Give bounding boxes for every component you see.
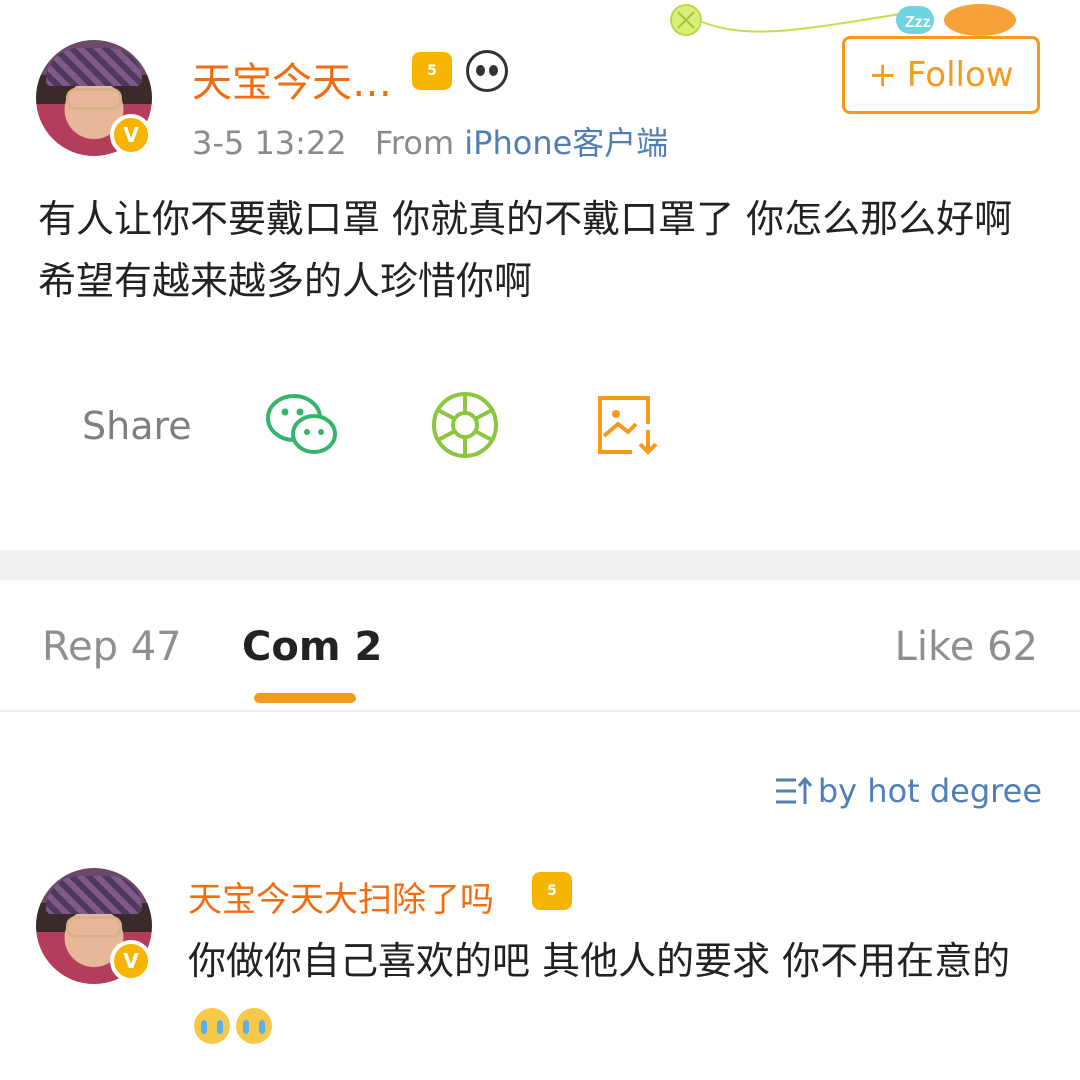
sleeping-cat-decoration: Zzz: [670, 4, 1016, 36]
share-label: Share: [82, 404, 192, 448]
verified-badge-icon: V: [110, 114, 152, 156]
tab-likes[interactable]: Like 62: [895, 624, 1038, 670]
post-timestamp: 3-5 13:22: [192, 124, 347, 162]
tabs-divider: [0, 710, 1080, 712]
sort-by-button[interactable]: by hot degree: [774, 772, 1042, 810]
from-label: From: [374, 124, 455, 162]
tab-reposts[interactable]: Rep 47: [42, 624, 182, 670]
tab-comments[interactable]: Com 2: [242, 624, 382, 670]
moments-icon[interactable]: [430, 390, 500, 460]
vip-crown-icon: 5: [412, 52, 452, 90]
comment-verified-badge-icon: V: [110, 940, 152, 982]
follow-label: Follow: [906, 55, 1014, 95]
section-divider: [0, 550, 1080, 580]
post-meta: 3-5 13:22 From iPhone客户端: [192, 118, 668, 164]
sort-label: by hot degree: [817, 772, 1042, 810]
sleep-zzz-text: Zzz: [905, 14, 931, 31]
wechat-icon[interactable]: [264, 390, 342, 460]
comment-vip-crown-icon: 5: [532, 872, 572, 910]
post-author-name[interactable]: 天宝今天…: [192, 50, 392, 108]
comment-author-name[interactable]: 天宝今天大扫除了吗: [188, 872, 494, 921]
crying-emoji-icon: [194, 1007, 230, 1044]
post-content: 有人让你不要戴口罩 你就真的不戴口罩了 你怎么那么好啊 希望有越来越多的人珍惜你…: [38, 197, 1013, 303]
save-image-icon[interactable]: [596, 394, 662, 458]
plus-icon: +: [868, 55, 897, 95]
post-source-link[interactable]: iPhone客户端: [464, 124, 668, 162]
panda-badge-icon: [466, 50, 508, 92]
follow-button[interactable]: + Follow: [842, 36, 1040, 114]
crying-emoji-icon: [236, 1007, 272, 1044]
comment-text-content: 你做你自己喜欢的吧 其他人的要求 你不用在意的: [188, 939, 1011, 983]
comment-text: 你做你自己喜欢的吧 其他人的要求 你不用在意的: [188, 930, 1048, 1054]
sort-icon: [775, 776, 812, 804]
active-tab-indicator: [254, 693, 356, 703]
